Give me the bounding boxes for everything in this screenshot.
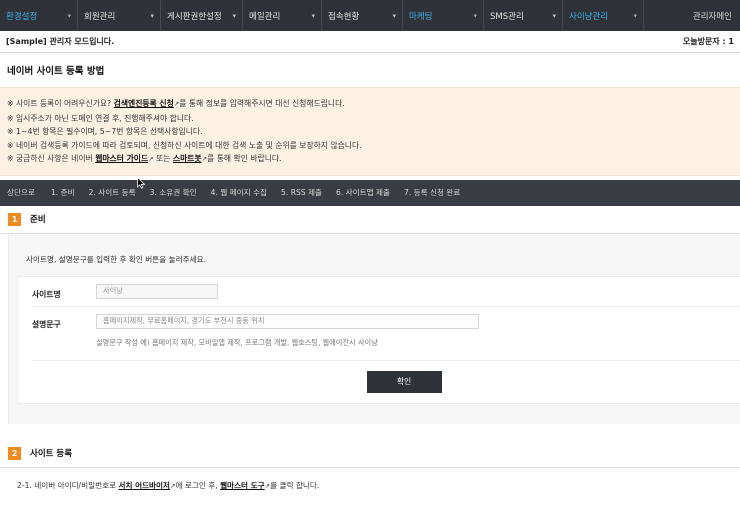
section-description: 사이트명, 설명문구를 입력한 후 확인 버튼을 눌러주세요. <box>26 254 206 264</box>
mouse-cursor-icon <box>137 177 146 189</box>
section-number-badge: 1 <box>8 212 21 226</box>
smartbot-link[interactable]: 스마트봇 <box>173 154 202 163</box>
nav-item-members[interactable]: 회원관리 ▾ <box>78 0 161 31</box>
notice-line: ※ 궁금하신 사항은 네이버 웹마스터 가이드↗ 또는 스마트봇↗를 통해 확인… <box>7 152 733 167</box>
site-name-label: 사이트명 <box>32 289 61 299</box>
chevron-down-icon: ▾ <box>311 11 315 20</box>
section-title: 준비 <box>30 215 46 226</box>
nav-item-label: 사이냥관리 <box>569 11 609 22</box>
section-header: 1 준비 <box>0 206 740 234</box>
description-label: 설명문구 <box>32 319 61 329</box>
admin-mode-text: [Sample] 관리자 모드입니다. <box>6 37 115 46</box>
chevron-down-icon: ▾ <box>150 11 154 20</box>
notice-line: ※ 사이트 등록이 어려우신가요? 검색엔진등록 신청↗를 통해 정보를 입력해… <box>7 97 733 112</box>
visitor-count: 오늘방문자 : 1 <box>682 37 734 46</box>
confirm-button[interactable]: 확인 <box>366 370 442 393</box>
nav-item-label: 환경설정 <box>6 11 38 22</box>
step-5[interactable]: 5. RSS 제출 <box>281 187 322 198</box>
description-hint: 설명문구 작성 예) 홈페이지 제작, 모바일앱 제작, 프로그램 개발, 웹호… <box>96 337 378 347</box>
notice-text: ※ 궁금하신 사항은 네이버 <box>7 154 96 164</box>
notice-box: ※ 사이트 등록이 어려우신가요? 검색엔진등록 신청↗를 통해 정보를 입력해… <box>0 87 740 176</box>
site-name-input[interactable]: 사이냥 <box>96 283 218 299</box>
notice-text: ※ 사이트 등록이 어려우신가요? <box>7 99 114 108</box>
chevron-down-icon: ▾ <box>392 11 396 20</box>
nav-item-label: 마케팅 <box>409 11 433 22</box>
instruction-text: 에 로그인 후, <box>175 480 221 490</box>
chevron-down-icon: ▾ <box>473 11 477 20</box>
webmaster-guide-link[interactable]: 웹마스터 가이드 <box>95 154 148 163</box>
form-field: 홈페이지제작, 무료홈페이지, 경기도 부천시 중동 위치 설명문구 작성 예)… <box>96 307 740 360</box>
nav-item-board-permissions[interactable]: 게시판권한설정 ▾ <box>161 0 243 31</box>
status-bar: [Sample] 관리자 모드입니다. 오늘방문자 : 1 <box>0 31 740 53</box>
step-navigation: 상단으로 1. 준비 2. 사이트 등록 3. 소유권 확인 4. 웹 페이지 … <box>0 179 740 206</box>
notice-text: 를 통해 정보를 입력해주시면 대신 신청해드립니다. <box>179 99 345 108</box>
step-1[interactable]: 1. 준비 <box>51 187 75 198</box>
section-body: 사이트명, 설명문구를 입력한 후 확인 버튼을 눌러주세요. 사이트명 사이냥… <box>8 233 740 424</box>
nav-item-label: 회원관리 <box>84 11 116 22</box>
nav-item-sms[interactable]: SMS관리 ▾ <box>484 0 563 31</box>
form-row-description: 설명문구 홈페이지제작, 무료홈페이지, 경기도 부천시 중동 위치 설명문구 … <box>32 307 740 361</box>
step-4[interactable]: 4. 웹 페이지 수집 <box>211 187 267 198</box>
nav-item-access-stats[interactable]: 접속현황 ▾ <box>322 0 403 31</box>
webmaster-tools-link[interactable]: 웹마스터 도구 <box>220 481 265 490</box>
notice-text: 를 통해 확인 바랍니다. <box>207 154 282 164</box>
admin-main-link[interactable]: 관리자메인 <box>693 0 740 31</box>
site-info-form: 사이트명 사이냥 설명문구 홈페이지제작, 무료홈페이지, 경기도 부천시 중동… <box>17 275 740 404</box>
nav-item-mail[interactable]: 메일관리 ▾ <box>243 0 322 31</box>
form-row-site-name: 사이트명 사이냥 <box>32 277 740 307</box>
section-header: 2 사이트 등록 <box>0 440 740 468</box>
step-2[interactable]: 2. 사이트 등록 <box>89 187 136 198</box>
step-7[interactable]: 7. 등록 신청 완료 <box>404 187 460 198</box>
search-advisor-link[interactable]: 서치 어드바이저 <box>118 481 170 490</box>
form-field: 사이냥 <box>96 277 740 306</box>
section-title: 사이트 등록 <box>30 449 73 460</box>
chevron-down-icon: ▾ <box>232 11 236 20</box>
instruction-text: 2-1. 네이버 아이디/비밀번호로 <box>17 480 119 490</box>
notice-line: ※ 네이버 검색등록 가이드에 따라 검토되며, 신청하신 사이트에 대한 검색… <box>7 140 362 150</box>
notice-text: 또는 <box>153 154 173 164</box>
notice-line: ※ 1~4번 항목은 필수이며, 5~7번 항목은 선택사항입니다. <box>7 127 203 137</box>
nav-item-marketing[interactable]: 마케팅 ▾ <box>403 0 484 31</box>
chevron-down-icon: ▾ <box>67 11 71 20</box>
nav-item-label: SMS관리 <box>490 11 524 22</box>
top-navigation: 환경설정 ▾ 회원관리 ▾ 게시판권한설정 ▾ 메일관리 ▾ 접속현황 ▾ 마케… <box>0 0 740 31</box>
nav-item-label: 메일관리 <box>249 11 281 22</box>
step-6[interactable]: 6. 사이트맵 제출 <box>336 187 390 198</box>
step-3[interactable]: 3. 소유권 확인 <box>150 187 197 198</box>
chevron-down-icon: ▾ <box>633 11 637 20</box>
section-site-register: 2 사이트 등록 2-1. 네이버 아이디/비밀번호로 서치 어드바이저↗에 로… <box>0 440 740 491</box>
nav-item-label: 게시판권한설정 <box>167 11 222 22</box>
search-engine-request-link[interactable]: 검색엔진등록 신청 <box>114 99 174 108</box>
instruction-text: 를 클릭 합니다. <box>270 480 320 490</box>
chevron-down-icon: ▾ <box>552 11 556 20</box>
section-number-badge: 2 <box>8 446 21 460</box>
nav-item-sainyang[interactable]: 사이냥관리 ▾ <box>563 0 644 31</box>
button-row: 확인 <box>18 361 740 403</box>
nav-item-settings[interactable]: 환경설정 ▾ <box>0 0 78 31</box>
notice-line: ※ 임시주소가 아닌 도메인 연결 후, 진행해주셔야 합니다. <box>7 113 194 123</box>
section-prepare: 1 준비 사이트명, 설명문구를 입력한 후 확인 버튼을 눌러주세요. 사이트… <box>0 206 740 424</box>
description-input[interactable]: 홈페이지제작, 무료홈페이지, 경기도 부천시 중동 위치 <box>96 313 479 329</box>
step-top[interactable]: 상단으로 <box>7 187 35 198</box>
nav-item-label: 접속현황 <box>328 11 360 22</box>
page-title: 네이버 사이트 등록 방법 <box>7 66 105 77</box>
section-instruction: 2-1. 네이버 아이디/비밀번호로 서치 어드바이저↗에 로그인 후, 웹마스… <box>0 468 740 491</box>
